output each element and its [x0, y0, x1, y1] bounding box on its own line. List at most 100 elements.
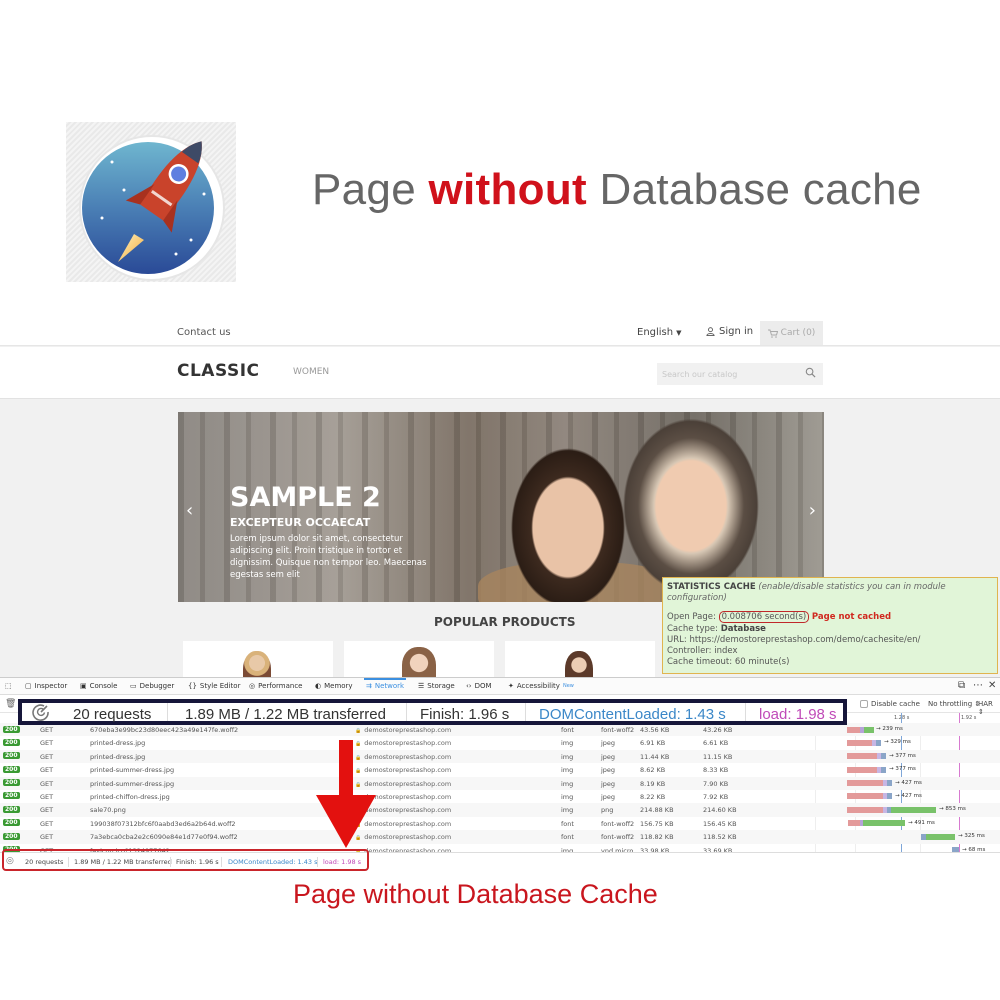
request-file: printed-chiffon-dress.jpg: [90, 792, 170, 801]
cart-button[interactable]: Cart (0): [760, 321, 823, 345]
tab-accessibility[interactable]: ✦ Accessibility New: [508, 682, 574, 690]
request-transferred: 8.62 KB: [640, 766, 666, 775]
more-icon[interactable]: ⋯: [973, 680, 983, 691]
tab-inspector[interactable]: ▢ Inspector: [25, 682, 67, 690]
request-row[interactable]: 200 GET printed-summer-dress.jpg img jpeg 8.6…: [0, 763, 1000, 776]
controller-label: Controller:: [667, 646, 712, 657]
waterfall-bar: [847, 753, 877, 760]
request-method: GET: [40, 739, 54, 748]
waterfall-bar: [863, 820, 905, 827]
request-transferred: 156.75 KB: [640, 819, 674, 828]
site-topbar: Contact us English ▼ Sign in Cart (0): [0, 318, 1000, 346]
waterfall-timing: → 239 ms: [876, 726, 903, 732]
request-file: printed-summer-dress.jpg: [90, 766, 175, 775]
tab-storage[interactable]: ☰ Storage: [418, 682, 455, 690]
request-row[interactable]: 200 GET printed-summer-dress.jpg img jpeg 8.1…: [0, 776, 1000, 790]
request-row[interactable]: 200 GET printed-chiffon-dress.jpg img jpeg 8.…: [0, 790, 1000, 803]
waterfall-bar: [847, 726, 860, 733]
domain-text: demostoreprestashop.com: [364, 806, 452, 815]
waterfall-timing: → 377 ms: [889, 752, 916, 759]
tab-network[interactable]: ⇉ Network: [363, 678, 407, 690]
signin-link[interactable]: Sign in: [706, 326, 753, 337]
request-transferred: 118.82 KB: [640, 833, 674, 842]
signin-label: Sign in: [719, 326, 754, 337]
waterfall-timing: → 853 ms: [939, 806, 966, 813]
request-cause: img: [561, 779, 574, 788]
domain-text: demostoreprestashop.com: [364, 726, 452, 734]
waterfall-bar: [848, 820, 860, 827]
search-icon[interactable]: [805, 367, 816, 378]
console-icon: ▣: [80, 682, 87, 690]
nav-item-women[interactable]: WOMEN: [293, 367, 329, 377]
request-row[interactable]: 200 GET sale70.png img png 214.88 KB 214.60 KB…: [0, 803, 1000, 817]
request-size: 6.61 KB: [703, 739, 729, 748]
request-cause: img: [561, 766, 574, 775]
tab-memory[interactable]: ◐ Memory: [315, 682, 353, 690]
request-file: 199038f07312bfc6f0aabd3ed6a2b64d.woff2: [90, 819, 236, 828]
pick-element-icon[interactable]: ⬚: [5, 682, 12, 690]
waterfall-timing: → 325 ms: [958, 833, 985, 840]
tab-performance[interactable]: ◎ Performance: [249, 682, 302, 690]
domain-text: demostoreprestashop.com: [364, 766, 452, 775]
product-card[interactable]: [183, 641, 333, 678]
memory-icon: ◐: [315, 682, 322, 690]
request-type: png: [601, 806, 614, 815]
module-logo: [66, 122, 236, 282]
callout-dcl: DOMContentLoaded: 1.43 s: [539, 706, 726, 723]
request-row[interactable]: 200 GET 670eba3e99bc23d80eec423a49e147fe.w…: [0, 723, 1000, 737]
timeout-value: 60 minute(s): [734, 657, 790, 668]
request-type: jpeg: [601, 792, 616, 801]
waterfall-bar: [891, 806, 936, 813]
waterfall-bar: [887, 793, 892, 800]
request-method: GET: [40, 766, 54, 775]
contact-link[interactable]: Contact us: [177, 327, 231, 338]
close-icon[interactable]: ✕: [988, 680, 996, 691]
disable-cache-label: Disable cache: [871, 700, 920, 708]
tab-debugger[interactable]: ▭ Debugger: [130, 682, 174, 690]
throttling-select[interactable]: No throttling ⇕: [928, 700, 980, 708]
request-row[interactable]: 200 GET 7a3ebca0cba2e2c6090e84e1d77e0f94.w…: [0, 830, 1000, 844]
braces-icon: {}: [188, 682, 197, 690]
product-card[interactable]: [344, 641, 494, 678]
slider-prev-icon[interactable]: ‹: [186, 500, 193, 521]
request-method: GET: [40, 726, 54, 734]
tab-style-editor[interactable]: {} Style Editor: [188, 682, 240, 690]
request-row[interactable]: 200 GET printed-dress.jpg img jpeg 11.44 KB 11…: [0, 749, 1000, 764]
request-file: printed-dress.jpg: [90, 752, 146, 761]
site-nav: CLASSIC WOMEN: [0, 347, 1000, 399]
headline: Page without Database cache: [312, 165, 922, 215]
request-method: GET: [40, 833, 54, 842]
open-page-time: 0.008706 second(s): [718, 611, 810, 624]
request-cause: font: [561, 819, 574, 828]
request-row[interactable]: 200 GET printed-dress.jpg img jpeg 6.91 KB 6.6…: [0, 736, 1000, 749]
waterfall-bar: [864, 726, 874, 733]
tab-label: Performance: [258, 682, 303, 690]
tab-console[interactable]: ▣ Console: [80, 682, 117, 690]
trash-icon[interactable]: 🗑: [5, 699, 16, 709]
request-method: GET: [40, 779, 54, 788]
headline-post: Database cache: [586, 165, 922, 214]
tab-label: DOM: [474, 682, 492, 690]
search-input[interactable]: [657, 363, 792, 385]
request-size: 7.90 KB: [703, 779, 729, 788]
waterfall-bar: [847, 766, 877, 773]
controller-value: index: [714, 646, 738, 657]
slider-next-icon[interactable]: ›: [809, 500, 816, 521]
request-size: 118.52 KB: [703, 833, 737, 842]
request-method: GET: [40, 806, 54, 815]
checkbox[interactable]: [860, 700, 868, 708]
request-type: jpeg: [601, 752, 616, 761]
waterfall-bar: [926, 833, 955, 840]
stats-title: STATISTICS CACHE: [667, 582, 756, 592]
language-selector[interactable]: English ▼: [637, 327, 682, 338]
brand-logo[interactable]: CLASSIC: [177, 361, 260, 381]
disable-cache-toggle[interactable]: Disable cache: [860, 700, 920, 708]
tab-dom[interactable]: ‹› DOM: [466, 682, 492, 690]
product-card[interactable]: [505, 641, 655, 678]
caption: Page without Database Cache: [293, 879, 658, 909]
url-value: https://demostoreprestashop.com/demo/cac…: [689, 634, 921, 645]
dock-icon[interactable]: ⧉: [958, 680, 965, 691]
status-badge: 200: [3, 765, 20, 773]
request-row[interactable]: 200 GET 199038f07312bfc6f0aabd3ed6a2b64d.w…: [0, 817, 1000, 830]
request-transferred: 214.88 KB: [640, 806, 674, 815]
